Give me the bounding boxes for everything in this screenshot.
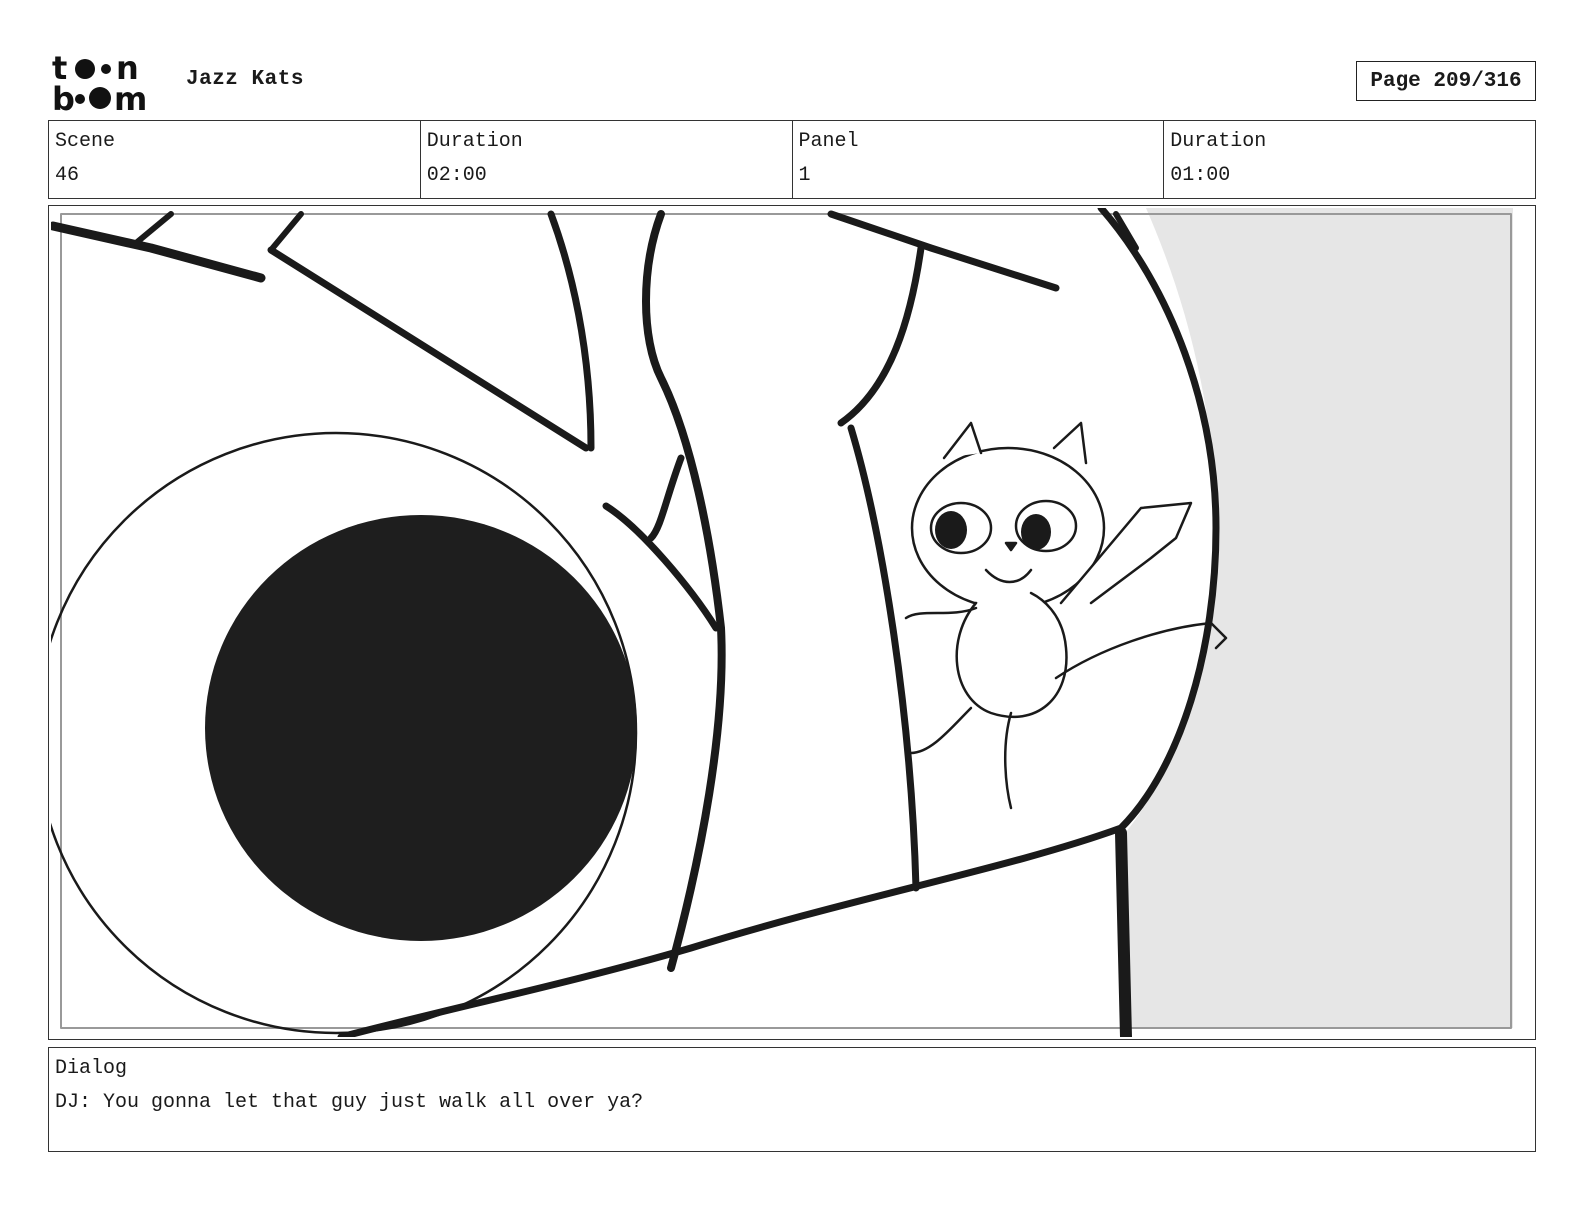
panel-value: 1 <box>798 164 811 187</box>
panel-drawing <box>51 208 1513 1037</box>
toonboom-logo: t n b m <box>52 49 164 118</box>
dialog-box: Dialog DJ: You gonna let that guy just w… <box>48 1047 1536 1152</box>
panel-label: Panel <box>798 130 859 153</box>
svg-text:b: b <box>52 80 75 112</box>
project-title: Jazz Kats <box>186 68 304 91</box>
scene-duration-label: Duration <box>426 130 523 153</box>
panel-duration-label: Duration <box>1170 130 1267 153</box>
scene-cell: Scene 46 <box>49 121 421 198</box>
scene-duration-value: 02:00 <box>426 164 487 187</box>
dialog-text: DJ: You gonna let that guy just walk all… <box>55 1091 644 1114</box>
scene-label: Scene <box>55 130 116 153</box>
dialog-label: Dialog <box>55 1057 128 1080</box>
panel-duration-value: 01:00 <box>1170 164 1231 187</box>
panel-cell: Panel 1 <box>793 121 1165 198</box>
panel-duration-cell: Duration 01:00 <box>1164 121 1535 198</box>
scene-value: 46 <box>55 164 80 187</box>
scene-info-table: Scene 46 Duration 02:00 Panel 1 Duration… <box>48 120 1536 199</box>
scene-duration-cell: Duration 02:00 <box>421 121 793 198</box>
page-number: Page 209/316 <box>1356 61 1536 101</box>
storyboard-panel <box>48 205 1536 1040</box>
svg-text:m: m <box>114 80 147 112</box>
